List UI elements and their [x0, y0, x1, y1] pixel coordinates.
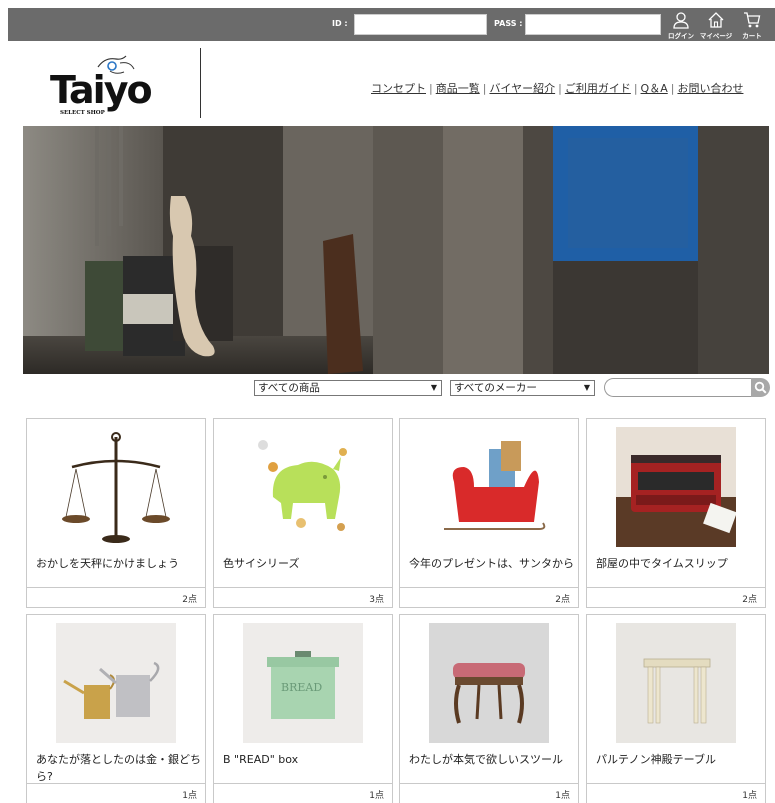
- product-count: 2点: [400, 587, 578, 608]
- search-icon: [754, 381, 767, 394]
- product-title: 部屋の中でタイムスリップ: [596, 557, 728, 570]
- product-title: 色サイシリーズ: [223, 557, 300, 570]
- category-select-value: すべての商品: [258, 382, 320, 394]
- product-count: 3点: [214, 587, 392, 608]
- pass-input[interactable]: [525, 14, 661, 35]
- warehouse-photo: [23, 126, 769, 374]
- chevron-down-icon: ▼: [583, 383, 590, 392]
- product-title: 今年のプレゼントは、サンタから: [409, 557, 574, 570]
- nav-products[interactable]: 商品一覧: [436, 82, 480, 95]
- product-count: 1点: [400, 783, 578, 803]
- home-icon: [708, 12, 724, 28]
- product-count: 2点: [587, 587, 765, 608]
- id-input[interactable]: [354, 14, 487, 35]
- product-title: おかしを天秤にかけましょう: [36, 557, 179, 570]
- shop-logo[interactable]: Taiyo SELECT SHOP: [50, 53, 160, 118]
- search-button[interactable]: [751, 378, 770, 397]
- product-title: B "READ" box: [223, 753, 299, 766]
- product-card[interactable]: おかしを天秤にかけましょう 2点: [26, 418, 206, 608]
- product-card[interactable]: わたしが本気で欲しいスツール 1点: [399, 614, 579, 803]
- product-title: あなたが落としたのは金・銀どちら?: [36, 753, 201, 783]
- mypage-label: マイページ: [699, 32, 733, 40]
- nav-contact[interactable]: お問い合わせ: [677, 82, 743, 95]
- cart-label: カート: [742, 32, 762, 40]
- maker-select-value: すべてのメーカー: [454, 382, 537, 394]
- nav-concept[interactable]: コンセプト: [371, 82, 426, 95]
- mypage-button[interactable]: マイページ: [698, 9, 734, 41]
- search-input[interactable]: [604, 378, 752, 397]
- chevron-down-icon: ▼: [430, 383, 437, 392]
- product-count: 2点: [27, 587, 205, 608]
- bread-box-image: BREAD: [243, 623, 363, 743]
- hero-image: [23, 126, 769, 374]
- person-icon: [673, 12, 689, 29]
- green-rhino-image: [243, 427, 363, 547]
- cart-icon: [744, 12, 761, 28]
- global-nav: コンセプト | 商品一覧 | バイヤー紹介 | ご利用ガイド | Q＆A | お問い合わせ: [371, 82, 744, 95]
- product-card[interactable]: BREAD B "READ" box 1点: [213, 614, 393, 803]
- nav-qa[interactable]: Q＆A: [641, 82, 668, 95]
- id-label: ID :: [332, 19, 348, 28]
- product-card[interactable]: 色サイシリーズ 3点: [213, 418, 393, 608]
- svg-text:Taiyo: Taiyo: [50, 68, 151, 112]
- column-table-image: [616, 623, 736, 743]
- red-sleigh-image: [429, 427, 549, 547]
- product-count: 1点: [27, 783, 205, 803]
- nav-buyers[interactable]: バイヤー紹介: [489, 82, 555, 95]
- balance-scale-image: [56, 427, 176, 547]
- svg-text:BREAD: BREAD: [281, 681, 322, 694]
- category-select[interactable]: すべての商品 ▼: [254, 380, 442, 396]
- svg-text:SELECT SHOP: SELECT SHOP: [60, 110, 105, 116]
- product-card[interactable]: 今年のプレゼントは、サンタから 2点: [399, 418, 579, 608]
- cart-button[interactable]: カート: [734, 9, 770, 41]
- product-count: 1点: [587, 783, 765, 803]
- product-count: 1点: [214, 783, 392, 803]
- product-title: パルテノン神殿テーブル: [596, 753, 717, 766]
- nav-guide[interactable]: ご利用ガイド: [565, 82, 631, 95]
- login-button[interactable]: ログイン: [663, 9, 699, 41]
- product-card[interactable]: 部屋の中でタイムスリップ 2点: [586, 418, 766, 608]
- red-typewriter-image: [616, 427, 736, 547]
- maker-select[interactable]: すべてのメーカー ▼: [450, 380, 595, 396]
- pass-label: PASS :: [494, 19, 523, 28]
- top-bar: ID : PASS : ログイン マイページ カート: [8, 8, 775, 41]
- product-card[interactable]: あなたが落としたのは金・銀どちら? 1点: [26, 614, 206, 803]
- pink-stool-image: [429, 623, 549, 743]
- login-label: ログイン: [668, 32, 694, 40]
- watering-cans-image: [56, 623, 176, 743]
- taiyo-logo-icon: Taiyo SELECT SHOP: [50, 55, 153, 116]
- product-title: わたしが本気で欲しいスツール: [409, 753, 563, 766]
- header-divider: [200, 48, 201, 118]
- product-card[interactable]: パルテノン神殿テーブル 1点: [586, 614, 766, 803]
